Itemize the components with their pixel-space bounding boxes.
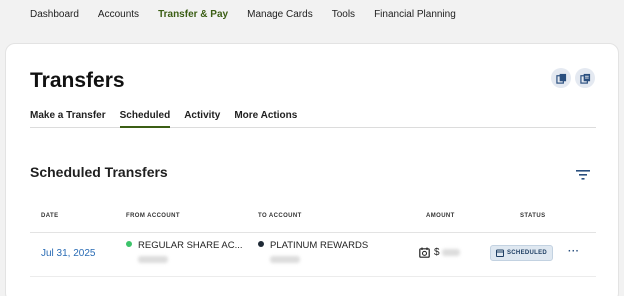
top-navigation: Dashboard Accounts Transfer & Pay Manage…: [0, 0, 624, 28]
amount-value-redacted: [442, 249, 460, 256]
column-header-to-account: TO ACCOUNT: [258, 213, 302, 219]
row-more-actions-button[interactable]: ···: [568, 246, 580, 257]
transfer-date-link[interactable]: Jul 31, 2025: [41, 248, 96, 259]
column-header-date: DATE: [41, 213, 59, 219]
section-title: Scheduled Transfers: [30, 164, 168, 180]
nav-item-manage-cards[interactable]: Manage Cards: [247, 9, 313, 20]
amount-currency: $: [434, 247, 440, 258]
copy-icon-glyph: [555, 73, 566, 84]
duplicate-icon[interactable]: [575, 68, 595, 88]
from-account-number-redacted: [138, 256, 168, 263]
tab-make-a-transfer[interactable]: Make a Transfer: [30, 109, 106, 128]
column-header-amount: AMOUNT: [426, 213, 455, 219]
copy-icon[interactable]: [551, 68, 571, 88]
column-header-status: STATUS: [520, 213, 546, 219]
nav-item-transfer-pay[interactable]: Transfer & Pay: [158, 9, 228, 20]
filter-icon[interactable]: [576, 169, 590, 181]
to-account-status-dot: [258, 241, 264, 247]
transfer-tabs: Make a Transfer Scheduled Activity More …: [30, 109, 596, 128]
duplicate-icon-glyph: [579, 73, 590, 84]
nav-item-accounts[interactable]: Accounts: [98, 9, 139, 20]
from-account-status-dot: [126, 241, 132, 247]
tab-more-actions[interactable]: More Actions: [234, 109, 297, 128]
from-account-name: REGULAR SHARE AC...: [138, 240, 243, 251]
table-header-divider: [30, 232, 596, 233]
transfers-card: Transfers Make a Transfer Scheduled Acti…: [5, 43, 619, 296]
tab-scheduled[interactable]: Scheduled: [119, 109, 171, 128]
page-title: Transfers: [30, 69, 125, 92]
nav-item-dashboard[interactable]: Dashboard: [30, 9, 79, 20]
to-account-number-redacted: [270, 256, 300, 263]
table-row-divider: [30, 276, 596, 277]
column-header-from-account: FROM ACCOUNT: [126, 213, 180, 219]
calendar-icon: [496, 249, 504, 257]
nav-item-financial-planning[interactable]: Financial Planning: [374, 9, 456, 20]
status-badge-label: SCHEDULED: [507, 250, 548, 256]
to-account-name: PLATINUM REWARDS: [270, 240, 369, 251]
recurring-calendar-icon: [419, 247, 430, 258]
tab-activity[interactable]: Activity: [184, 109, 220, 128]
status-badge: SCHEDULED: [490, 245, 554, 261]
nav-item-tools[interactable]: Tools: [332, 9, 355, 20]
